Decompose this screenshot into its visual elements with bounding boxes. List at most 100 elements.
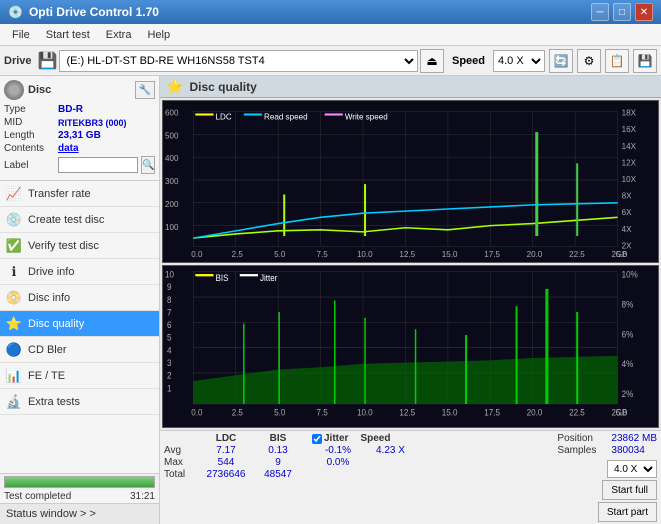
drive-label: Drive [4,55,32,67]
stats-right-panel: Position 23862 MB Samples 380034 [557,433,657,522]
restore-button[interactable]: □ [613,3,631,21]
jitter-checkbox[interactable] [312,434,322,444]
verify-test-disc-icon: ✅ [6,238,22,254]
svg-text:100: 100 [165,223,179,232]
avg-label: Avg [164,445,196,456]
avg-speed: 4.23 X [376,445,405,456]
svg-text:12.5: 12.5 [399,250,415,259]
extra-tests-icon: 🔬 [6,394,22,410]
save-button[interactable]: 💾 [633,49,657,73]
menu-file[interactable]: File [4,27,38,43]
transfer-rate-label: Transfer rate [28,188,91,200]
settings-button[interactable]: ⚙ [577,49,601,73]
speed-header: Speed [360,433,390,444]
bis-header: BIS [256,433,300,444]
eject-button[interactable]: ⏏ [420,49,444,73]
svg-text:400: 400 [165,154,179,163]
app-icon: 💿 [8,5,23,19]
type-field-label: Type [4,104,56,115]
length-field-label: Length [4,130,56,141]
disc-section-label: Disc [28,84,51,96]
svg-text:22.5: 22.5 [569,250,585,259]
cd-bler-icon: 🔵 [6,342,22,358]
sidebar-item-transfer-rate[interactable]: 📈 Transfer rate [0,181,159,207]
main-layout: Disc 🔧 Type BD-R MID RITEKBR3 (000) Leng… [0,76,661,524]
svg-text:15.0: 15.0 [442,407,458,418]
menu-help[interactable]: Help [139,27,178,43]
svg-text:Read speed: Read speed [264,113,308,122]
contents-value[interactable]: data [58,143,79,154]
svg-text:4X: 4X [622,225,632,234]
disc-icon [4,80,24,100]
avg-ldc: 7.17 [200,445,252,456]
mid-value: RITEKBR3 (000) [58,118,127,128]
position-label: Position [557,433,607,444]
svg-text:2: 2 [167,370,172,381]
svg-text:300: 300 [165,177,179,186]
label-field-label: Label [4,160,56,171]
max-ldc: 544 [200,457,252,468]
svg-text:1: 1 [167,383,172,394]
disc-info-label: Disc info [28,292,70,304]
svg-text:0.0: 0.0 [191,250,203,259]
drive-icon: 💾 [38,51,58,71]
label-input[interactable] [58,157,138,173]
start-full-button[interactable]: Start full [602,480,657,500]
svg-text:8X: 8X [622,192,632,201]
toolbar: Drive 💾 (E:) HL-DT-ST BD-RE WH16NS58 TST… [0,46,661,76]
stats-speed-select[interactable]: 4.0 X [607,460,657,478]
svg-text:5.0: 5.0 [274,250,286,259]
samples-value: 380034 [611,445,644,456]
svg-text:2.5: 2.5 [232,407,243,418]
sidebar-item-drive-info[interactable]: ℹ Drive info [0,259,159,285]
svg-text:5: 5 [167,332,172,343]
svg-text:500: 500 [165,131,179,140]
length-value: 23,31 GB [58,130,101,141]
start-part-button[interactable]: Start part [598,502,657,522]
copy-button[interactable]: 📋 [605,49,629,73]
sidebar-item-extra-tests[interactable]: 🔬 Extra tests [0,389,159,415]
svg-text:4%: 4% [622,359,634,370]
nav-items: 📈 Transfer rate 💿 Create test disc ✅ Ver… [0,181,159,473]
speed-select[interactable]: 4.0 X [493,50,545,72]
menu-start-test[interactable]: Start test [38,27,98,43]
disc-quality-icon: ⭐ [6,316,22,332]
sidebar-item-disc-info[interactable]: 📀 Disc info [0,285,159,311]
svg-text:0.0: 0.0 [191,407,202,418]
svg-text:2%: 2% [622,389,634,400]
sidebar-item-create-test-disc[interactable]: 💿 Create test disc [0,207,159,233]
sidebar-item-disc-quality[interactable]: ⭐ Disc quality [0,311,159,337]
sidebar-item-fe-te[interactable]: 📊 FE / TE [0,363,159,389]
chart-icon: ⭐ [166,78,183,95]
title-bar-controls: ─ □ ✕ [591,3,653,21]
contents-field-label: Contents [4,143,56,154]
svg-text:BIS: BIS [216,272,229,283]
status-section: Test completed 31:21 Status window > > [0,473,159,524]
svg-text:8%: 8% [622,299,634,310]
total-label: Total [164,469,196,480]
minimize-button[interactable]: ─ [591,3,609,21]
sidebar-item-verify-test-disc[interactable]: ✅ Verify test disc [0,233,159,259]
svg-text:7: 7 [167,307,172,318]
svg-text:2.5: 2.5 [232,250,244,259]
menu-extra[interactable]: Extra [98,27,140,43]
charts-container: 600 500 400 300 200 100 18X 16X 14X 12X … [160,98,661,430]
cd-bler-label: CD Bler [28,344,67,356]
label-browse-button[interactable]: 🔍 [141,156,155,174]
transfer-rate-icon: 📈 [6,186,22,202]
close-button[interactable]: ✕ [635,3,653,21]
create-test-disc-icon: 💿 [6,212,22,228]
drive-select[interactable]: (E:) HL-DT-ST BD-RE WH16NS58 TST4 [59,50,418,72]
svg-text:10.0: 10.0 [357,250,373,259]
progress-bar-container [0,474,159,490]
title-bar: 💿 Opti Drive Control 1.70 ─ □ ✕ [0,0,661,24]
svg-text:12X: 12X [622,158,637,167]
svg-text:5.0: 5.0 [274,407,285,418]
refresh-button[interactable]: 🔄 [549,49,573,73]
samples-label: Samples [557,445,607,456]
sidebar-item-cd-bler[interactable]: 🔵 CD Bler [0,337,159,363]
svg-text:9: 9 [167,282,172,293]
disc-edit-button[interactable]: 🔧 [135,81,155,99]
svg-text:LDC: LDC [216,113,232,122]
status-window-button[interactable]: Status window > > [0,503,159,524]
